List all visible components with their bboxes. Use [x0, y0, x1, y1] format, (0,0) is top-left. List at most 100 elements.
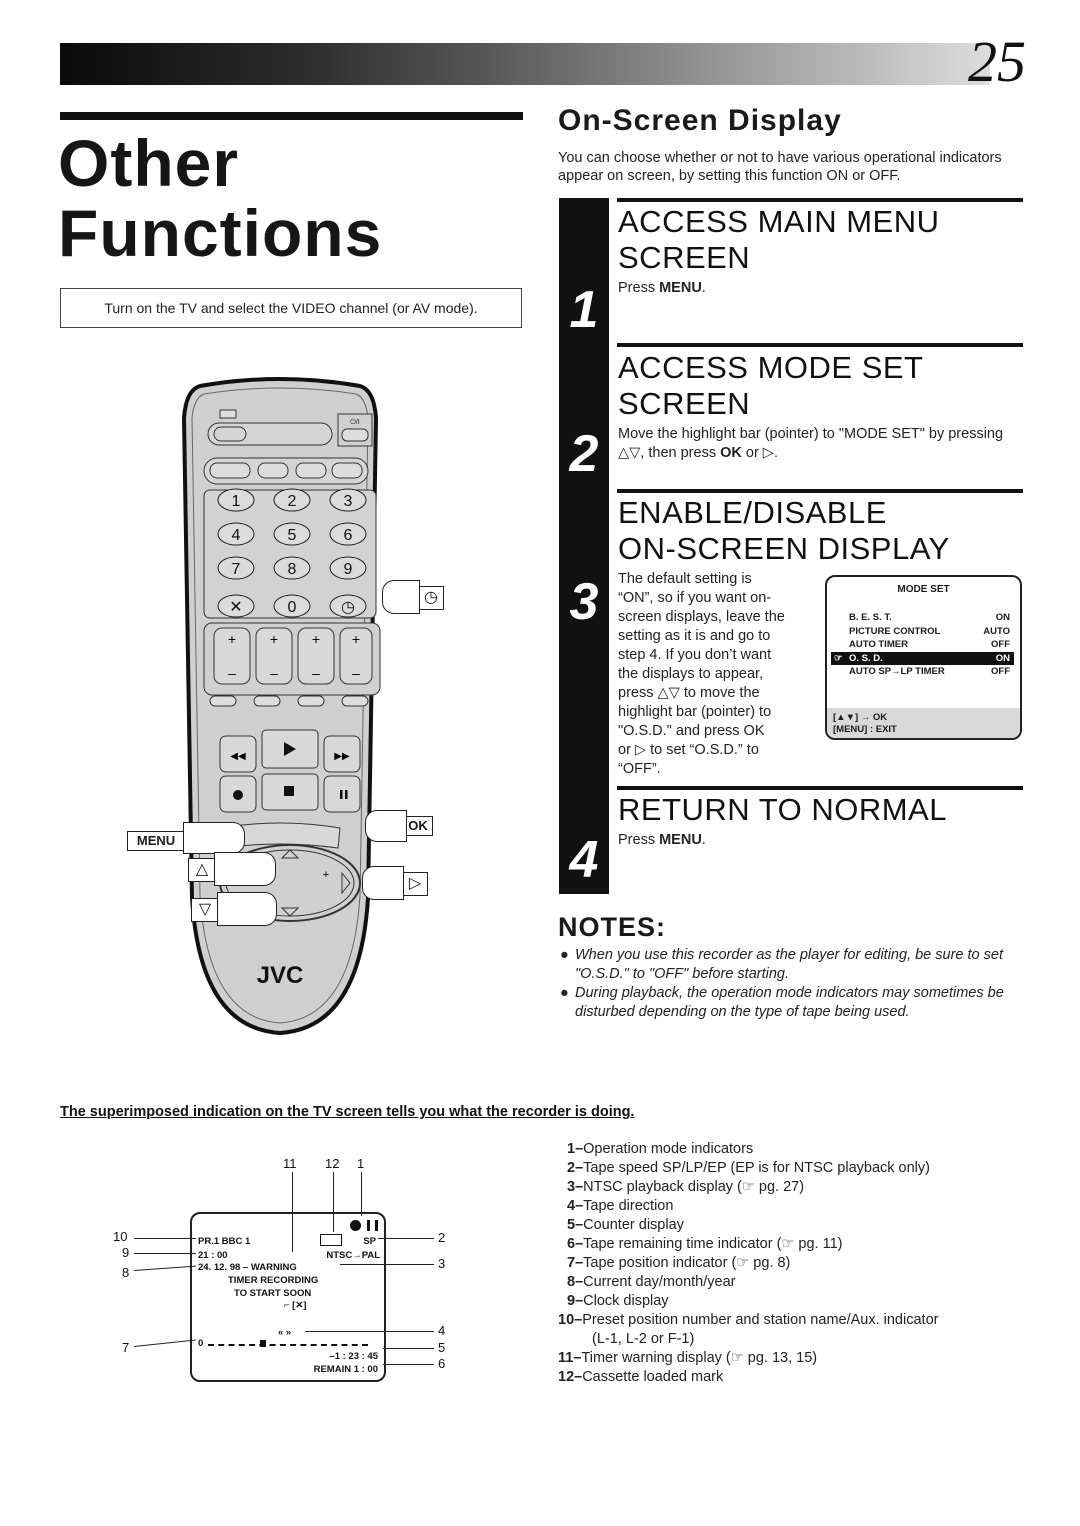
legend-number: 5– [567, 1217, 584, 1233]
mode-set-row[interactable]: AUTO TIMER OFF [849, 638, 1014, 651]
tv-warning-line: TO START SOON [234, 1288, 312, 1299]
cassette-icon [320, 1234, 342, 1246]
callout-line [134, 1253, 196, 1254]
callout-line [292, 1172, 293, 1252]
legend-text: Clock display [583, 1293, 669, 1309]
tv-position-zero: 0 [198, 1338, 204, 1349]
callout-line [305, 1331, 434, 1332]
step-text-post: . [701, 832, 706, 848]
mode-set-footer: [▲▼] → OK [MENU] : EXIT [827, 708, 1020, 738]
legend-text: Cassette loaded mark [582, 1369, 724, 1385]
svg-text:–: – [228, 665, 236, 681]
legend-text: Preset position number and station name/… [582, 1312, 939, 1328]
tv-ntsc-pal: NTSC→PAL [326, 1250, 380, 1261]
callout-line [361, 1172, 362, 1216]
keypad-label: 4 [232, 527, 241, 544]
step-heading-line: ACCESS MODE SET [618, 350, 924, 385]
step-text-line: screen displays, leave the [618, 609, 785, 625]
hand-pointer-icon [217, 892, 277, 926]
legend-item: 3–NTSC playback display (☞ pg. 27) [567, 1178, 804, 1197]
tv-screen-diagram: PR.1 BBC 1 SP 21 : 00 NTSC→PAL 24. 12. 9… [190, 1212, 386, 1382]
step-heading: ENABLE/DISABLE ON-SCREEN DISPLAY [618, 495, 950, 567]
mode-set-row[interactable]: ☞ O. S. D. ON [831, 651, 1014, 665]
step-heading-line: SCREEN [618, 386, 751, 421]
callout-number: 3 [438, 1256, 446, 1271]
step-text: The default setting is “ON”, so if you wa… [618, 570, 818, 779]
tape-position-bar [208, 1344, 368, 1346]
legend-text: Counter display [583, 1217, 684, 1233]
title-rule [60, 112, 523, 120]
mode-set-label: PICTURE CONTROL [849, 625, 941, 637]
pointer-hand-icon: ☞ [834, 652, 843, 664]
legend-number: 8– [567, 1274, 584, 1290]
down-arrow-callout: ▽ [191, 898, 219, 922]
legend-number: 12– [558, 1369, 583, 1385]
step-heading: ACCESS MODE SET SCREEN [618, 350, 924, 422]
step-text: Press MENU. [618, 831, 706, 850]
mode-set-row[interactable]: B. E. S. T. ON [849, 611, 1014, 624]
right-arrow-callout: ▷ [402, 872, 428, 896]
callout-number: 2 [438, 1230, 446, 1245]
section-heading: On-Screen Display [558, 104, 842, 137]
legend-item: 12–Cassette loaded mark [558, 1368, 723, 1387]
tape-position-marker [260, 1340, 266, 1347]
superimposed-heading: The superimposed indication on the TV sc… [60, 1104, 635, 1120]
mode-set-value: OFF [991, 666, 1010, 677]
legend-item: 2–Tape speed SP/LP/EP (EP is for NTSC pl… [567, 1159, 930, 1178]
step-number: 2 [569, 425, 599, 483]
keypad-label: 8 [288, 561, 297, 578]
step-heading-line: RETURN TO NORMAL [618, 792, 947, 827]
step-text-line: the displays to appear, [618, 666, 764, 682]
callout-number: 5 [438, 1340, 446, 1355]
keypad-label: 2 [288, 493, 297, 510]
page-number: 25 [968, 29, 1026, 94]
mode-set-row[interactable]: AUTO SP→LP TIMER OFF [849, 665, 1014, 678]
step-text-line: “ON”, so if you want on- [618, 590, 772, 606]
legend-text: Operation mode indicators [583, 1141, 754, 1157]
svg-text:+: + [312, 631, 320, 647]
callout-line [333, 1172, 334, 1232]
step-text-post: . [701, 280, 706, 296]
callout-line [383, 1364, 434, 1365]
callout-line [133, 1339, 196, 1347]
step-heading-line: ACCESS MAIN MENU [618, 204, 940, 239]
callout-line [340, 1264, 434, 1265]
step-text-line: The default setting is [618, 571, 752, 587]
page-title-line: Other [58, 126, 240, 200]
menu-callout: MENU [127, 831, 185, 851]
step-rule [617, 786, 1023, 790]
mode-set-value: ON [995, 612, 1010, 623]
keypad-label: ◷ [341, 599, 355, 616]
mode-set-row[interactable]: PICTURE CONTROL AUTO [849, 625, 1014, 638]
legend-item: 5–Counter display [567, 1216, 684, 1235]
callout-line [133, 1265, 196, 1271]
step-heading-line: ON-SCREEN DISPLAY [618, 531, 950, 566]
svg-text:–: – [352, 665, 360, 681]
legend-text: Timer warning display (☞ pg. 13, 15) [581, 1350, 818, 1366]
step-text-line: or ▷ to set “O.S.D.” to [618, 742, 759, 758]
timer-cancel-icon: ⌐ [✕] [284, 1300, 307, 1311]
hand-pointer-icon [382, 580, 420, 614]
keypad-label: ✕ [229, 599, 242, 616]
callout-number: 1 [357, 1156, 365, 1171]
legend-number: 4– [567, 1198, 584, 1214]
callout-number: 11 [283, 1156, 297, 1171]
keypad-label: 7 [232, 561, 241, 578]
svg-text:+: + [270, 631, 278, 647]
legend-number: 1– [567, 1141, 584, 1157]
legend-text: NTSC playback display (☞ pg. 27) [583, 1179, 805, 1195]
callout-number: 4 [438, 1323, 446, 1338]
mode-set-value: AUTO [983, 625, 1010, 637]
svg-text:▶▶: ▶▶ [334, 751, 350, 762]
callout-number: 10 [113, 1229, 128, 1244]
menu-key-label: MENU [659, 832, 702, 848]
step-text: Move the highlight bar (pointer) to "MOD… [618, 425, 1018, 463]
legend-text: Tape position indicator (☞ pg. 8) [583, 1255, 791, 1271]
keypad-label: 6 [344, 527, 353, 544]
page-title-line: Functions [58, 196, 383, 270]
step-number: 4 [569, 831, 599, 889]
power-label: ⏻/I [350, 418, 359, 426]
tv-tape-speed: SP [363, 1236, 376, 1247]
legend-text: Tape remaining time indicator (☞ pg. 11) [583, 1236, 843, 1252]
step-rule [617, 198, 1023, 202]
